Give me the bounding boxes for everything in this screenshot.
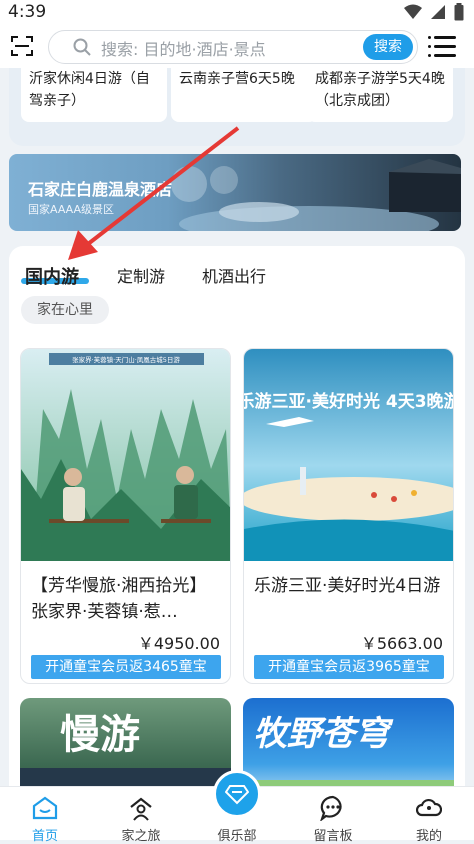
menu-icon[interactable] <box>428 36 456 58</box>
recommend-card[interactable]: 成都亲子游学5天4晚（北京成团） <box>307 68 453 122</box>
product-title: 乐游三亚·美好时光4日游 <box>254 576 441 596</box>
product-panel: 国内游 定制游 机酒出行 家在心里 张家界·芙蓉镇·天门山·凤凰古城5日游 【芳… <box>9 246 465 808</box>
recommend-card-title: 沂家休闲4日游（自驾亲子） <box>29 71 150 109</box>
member-rebate-badge[interactable]: 开通童宝会员返3965童宝 <box>254 655 444 679</box>
tab-hotel-flight[interactable]: 机酒出行 <box>202 263 266 287</box>
nav-label: 俱乐部 <box>217 829 257 844</box>
recommend-card-title: 云南亲子营6天5晚 <box>179 71 295 87</box>
product-card[interactable]: 张家界·芙蓉镇·天门山·凤凰古城5日游 【芳华慢旅·湘西拾光】张家界·芙蓉镇·惹… <box>20 348 231 684</box>
home-icon <box>32 796 58 820</box>
nav-family-trip[interactable]: 家之旅 <box>111 787 171 844</box>
search-bar[interactable]: 搜索: 目的地·酒店·景点 搜索 <box>48 30 418 64</box>
recommend-card[interactable]: 云南亲子营6天5晚 <box>171 68 317 122</box>
nav-message-board[interactable]: 留言板 <box>303 787 363 844</box>
product-image-caption: 张家界·芙蓉镇·天门山·凤凰古城5日游 <box>72 355 180 364</box>
product-image-text: 慢游 <box>60 712 140 758</box>
family-icon <box>130 797 152 821</box>
recommend-panel: 沂家休闲4日游（自驾亲子） 云南亲子营6天5晚 成都亲子游学5天4晚（北京成团） <box>9 68 465 146</box>
product-card[interactable]: 乐游三亚·美好时光 4天3晚游 乐游三亚·美好时光4日游 ￥5663.00 开通… <box>243 348 454 684</box>
product-price: ￥4950.00 <box>137 634 220 653</box>
product-image-caption: 乐游三亚·美好时光 4天3晚游 <box>244 391 454 412</box>
search-button[interactable]: 搜索 <box>363 34 413 60</box>
signal-icon <box>431 5 445 19</box>
status-time: 4:39 <box>8 2 47 22</box>
member-rebate-badge[interactable]: 开通童宝会员返3465童宝 <box>31 655 221 679</box>
cloud-user-icon <box>416 798 442 817</box>
nav-mine[interactable]: 我的 <box>399 787 459 844</box>
hotel-banner[interactable]: 石家庄白鹿温泉酒店 国家AAAA级景区 <box>9 154 461 231</box>
status-bar: 4:39 <box>0 0 474 26</box>
product-image: 张家界·芙蓉镇·天门山·凤凰古城5日游 <box>21 349 230 561</box>
tab-domestic[interactable]: 国内游 <box>25 263 79 289</box>
recommend-card[interactable]: 沂家休闲4日游（自驾亲子） <box>21 68 167 122</box>
nav-label: 我的 <box>415 829 442 844</box>
banner-subtitle: 国家AAAA级景区 <box>28 203 115 216</box>
status-icons <box>404 3 464 21</box>
nav-home[interactable]: 首页 <box>15 787 75 844</box>
diamond-icon <box>225 785 249 805</box>
banner-title: 石家庄白鹿温泉酒店 <box>28 180 173 199</box>
search-placeholder[interactable]: 搜索: 目的地·酒店·景点 <box>101 36 266 60</box>
top-bar: 搜索: 目的地·酒店·景点 搜索 <box>0 26 474 68</box>
message-icon <box>320 795 342 821</box>
nav-label: 家之旅 <box>121 829 161 844</box>
product-image-text: 牧野苍穹 <box>253 714 389 754</box>
nav-label: 首页 <box>31 829 58 844</box>
search-icon <box>73 38 91 56</box>
nav-label: 留言板 <box>313 829 353 844</box>
tab-custom[interactable]: 定制游 <box>117 263 165 287</box>
battery-icon <box>454 3 464 21</box>
product-title: 【芳华慢旅·湘西拾光】张家界·芙蓉镇·惹… <box>31 576 207 622</box>
recommend-card-title: 成都亲子游学5天4晚（北京成团） <box>315 71 445 109</box>
product-image: 乐游三亚·美好时光 4天3晚游 <box>244 349 454 561</box>
product-price: ￥5663.00 <box>360 634 443 653</box>
club-button[interactable] <box>213 770 261 818</box>
filter-chip[interactable]: 家在心里 <box>21 296 109 324</box>
scan-icon[interactable] <box>10 34 34 58</box>
wifi-icon <box>404 4 422 19</box>
